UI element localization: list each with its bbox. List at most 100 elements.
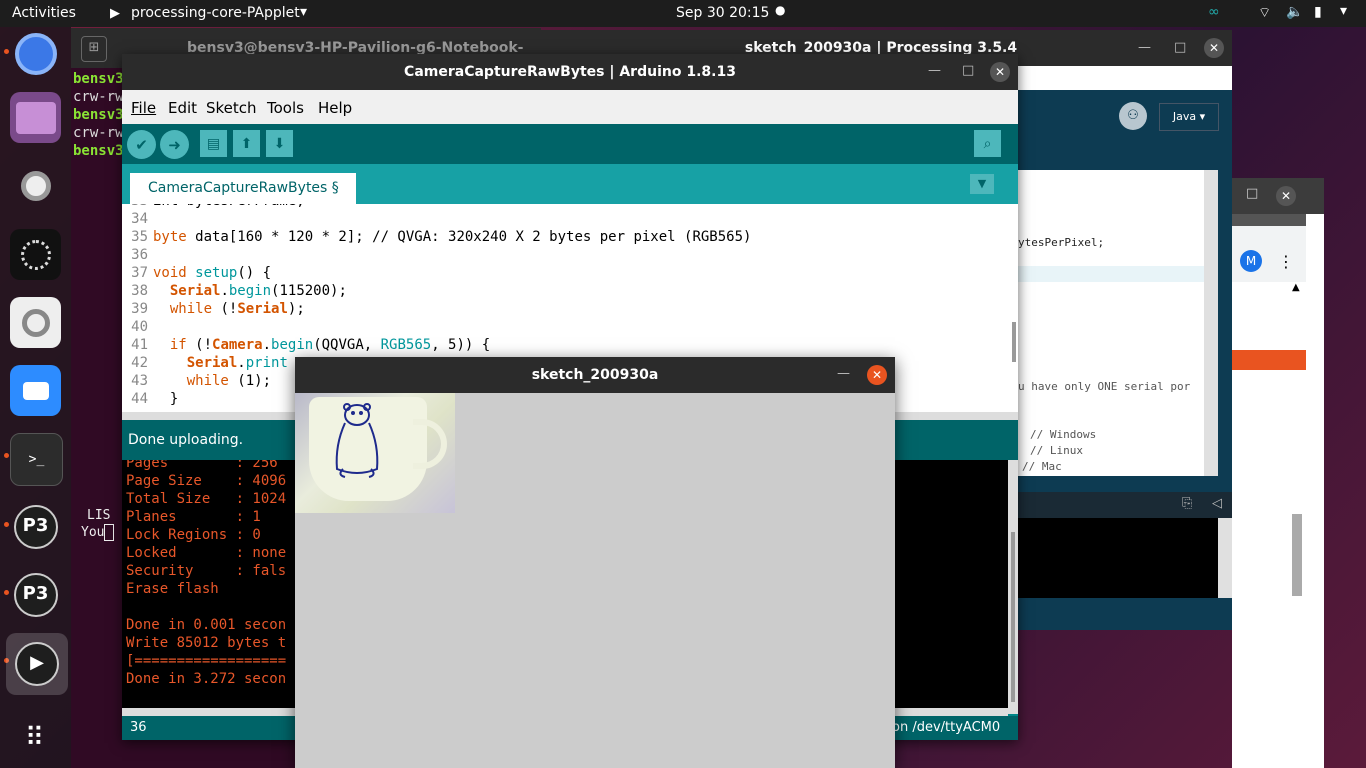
menu-sketch[interactable]: Sketch <box>206 99 257 117</box>
dock: >_ P3 P3 ▶ ⠿ <box>0 27 71 768</box>
close-icon[interactable]: ✕ <box>1276 186 1296 206</box>
line-number-gutter: 37 <box>131 265 148 281</box>
mode-debug-icon[interactable]: ⚇ <box>1119 102 1147 130</box>
chevron-down-icon[interactable]: ▾ <box>300 4 307 20</box>
close-icon[interactable]: ✕ <box>867 365 887 385</box>
sketch-run-icon[interactable]: ▶ <box>6 633 68 695</box>
volume-icon[interactable]: 🔈 <box>1286 4 1303 20</box>
terminal-line: crw-rw <box>73 89 124 105</box>
terminal-icon[interactable]: >_ <box>10 433 63 486</box>
maximize-icon[interactable]: □ <box>1246 186 1258 201</box>
code-line: 35 byte data[160 * 120 * 2]; // QVGA: 320… <box>122 228 751 246</box>
system-menu-icon[interactable]: ▾ <box>1340 3 1347 19</box>
app-menu-icon: ▶ <box>110 6 120 21</box>
line-number-gutter: 43 <box>131 373 148 389</box>
terminal-line: bensv3 <box>73 107 124 123</box>
scrollbar[interactable] <box>1218 518 1232 598</box>
webcam-icon[interactable] <box>10 160 61 211</box>
line-number-gutter: 35 <box>131 229 148 245</box>
avatar[interactable]: M <box>1240 250 1262 272</box>
scrollbar[interactable] <box>1012 322 1016 362</box>
serial-monitor-icon[interactable]: ⌕ <box>974 130 1001 157</box>
open-icon[interactable]: ⬆ <box>233 130 260 157</box>
kebab-menu-icon[interactable]: ⋮ <box>1278 252 1294 271</box>
output-line: Locked : none <box>126 545 287 561</box>
code-line: 36 <box>122 246 751 264</box>
minimize-icon[interactable]: — <box>1138 40 1151 55</box>
arduino-tray-icon[interactable]: ∞ <box>1208 4 1220 20</box>
browser-window[interactable]: □ ✕ M ⋮ ▲ <box>1232 178 1324 768</box>
output-line: Erase flash <box>126 581 219 597</box>
output-line: Security : fals <box>126 563 287 579</box>
code-text: byte data[160 * 120 * 2]; // QVGA: 320x2… <box>153 229 752 245</box>
line-number-gutter: 42 <box>131 355 148 371</box>
line-number-gutter: 38 <box>131 283 148 299</box>
new-sketch-icon[interactable]: ▤ <box>200 130 227 157</box>
scrollbar[interactable] <box>1008 460 1018 714</box>
line-number-gutter: 44 <box>131 391 148 407</box>
code-line: // Linux <box>1030 444 1083 457</box>
tab-sketch[interactable]: CameraCaptureRawBytes § <box>130 173 356 204</box>
scroll-up-icon[interactable]: ▲ <box>1292 282 1300 293</box>
menu-tools[interactable]: Tools <box>267 99 304 117</box>
menu-edit[interactable]: Edit <box>168 99 197 117</box>
tab-menu-icon[interactable]: ▼ <box>970 174 994 194</box>
sketch-title: sketch_200930a <box>295 357 895 393</box>
line-number-gutter: 39 <box>131 301 148 317</box>
minimize-icon[interactable]: — <box>928 63 941 78</box>
terminal-line: You <box>81 524 115 541</box>
toolbar: ✔ ➜ ▤ ⬆ ⬇ ⌕ <box>122 124 1018 164</box>
processing-editor[interactable]: ytesPerPixel; u have only ONE serial por… <box>1018 170 1206 476</box>
app-menu[interactable]: processing-core-PApplet <box>131 5 300 21</box>
sketch-window[interactable]: sketch_200930a — ✕ <box>295 357 895 768</box>
code-line: 39 while (!Serial); <box>122 300 751 318</box>
battery-icon[interactable]: ▮ <box>1314 4 1322 20</box>
output-line: Planes : 1 <box>126 509 261 525</box>
scrollbar[interactable] <box>1204 170 1218 476</box>
settings-gear-icon[interactable] <box>10 297 61 348</box>
line-number: 36 <box>130 720 147 735</box>
top-bar: Activities ▶ processing-core-PApplet ▾ S… <box>0 0 1366 27</box>
verify-icon[interactable]: ✔ <box>127 130 156 159</box>
code-text: Serial.print <box>186 355 288 371</box>
arduino-title: CameraCaptureRawBytes | Arduino 1.8.13 <box>122 54 1018 90</box>
board-port: on /dev/ttyACM0 <box>892 720 1001 735</box>
code-line: 40 <box>122 318 751 336</box>
activities-button[interactable]: Activities <box>12 5 76 21</box>
chromium-icon[interactable] <box>10 28 61 79</box>
tab-bar: CameraCaptureRawBytes § ▼ <box>122 164 1018 204</box>
scrollbar[interactable] <box>1292 514 1302 596</box>
code-line: 34 <box>122 210 751 228</box>
mode-select[interactable]: Java ▾ <box>1159 103 1219 131</box>
terminal-line: bensv3 <box>73 71 124 87</box>
upload-icon[interactable]: ➜ <box>160 130 189 159</box>
zoom-icon[interactable] <box>10 365 61 416</box>
output-line: Page Size : 4096 <box>126 473 287 489</box>
output-line: Pages : 256 <box>126 460 278 471</box>
code-line: 37 void setup() { <box>122 264 751 282</box>
menu-bar: File Edit Sketch Tools Help <box>122 90 1018 124</box>
maximize-icon[interactable]: □ <box>1174 40 1186 55</box>
app-grid-icon[interactable]: ⠿ <box>10 712 61 763</box>
clock[interactable]: Sep 30 20:15 <box>676 5 769 21</box>
copy-icon[interactable]: ⎘ <box>1182 496 1192 511</box>
save-icon[interactable]: ⬇ <box>266 130 293 157</box>
processing-icon-1[interactable]: P3 <box>10 501 61 552</box>
iota-wallet-icon[interactable] <box>10 229 61 280</box>
terminal-line: bensv3 <box>73 143 124 159</box>
line-number-gutter: 34 <box>131 211 148 227</box>
line-number-gutter: 40 <box>131 319 148 335</box>
menu-help[interactable]: Help <box>318 99 352 117</box>
code-line: ytesPerPixel; <box>1018 236 1105 249</box>
close-icon[interactable]: ✕ <box>1204 38 1224 58</box>
console-toolbar: ⎘ ◁ <box>1018 492 1232 518</box>
menu-file[interactable]: File <box>131 99 156 117</box>
close-icon[interactable]: ✕ <box>990 62 1010 82</box>
wifi-icon[interactable]: ⌔ <box>1258 4 1271 22</box>
video-player-icon[interactable] <box>10 92 61 143</box>
collapse-icon[interactable]: ◁ <box>1212 496 1222 511</box>
maximize-icon[interactable]: □ <box>962 63 974 78</box>
new-tab-icon[interactable]: ⊞ <box>81 36 107 62</box>
processing-icon-2[interactable]: P3 <box>10 569 61 620</box>
minimize-icon[interactable]: — <box>837 366 850 381</box>
